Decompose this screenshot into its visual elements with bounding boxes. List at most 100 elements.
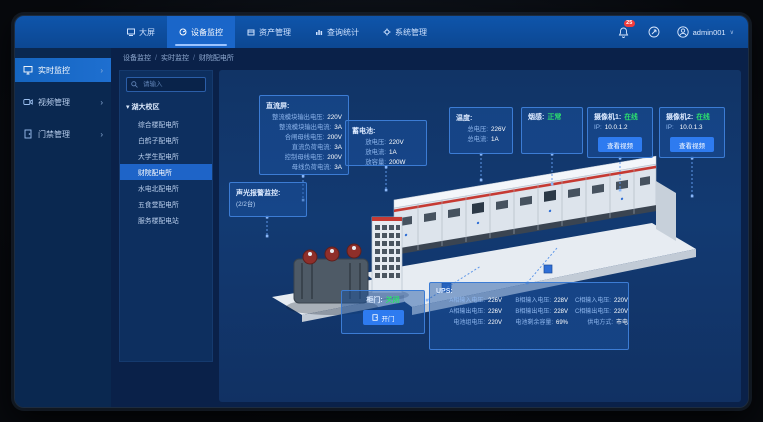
screen-icon bbox=[127, 28, 135, 36]
door-icon bbox=[23, 129, 33, 139]
field-value: 3A bbox=[334, 163, 342, 173]
field-value: 220V bbox=[614, 297, 628, 306]
tree-item[interactable]: 服务楼配电站 bbox=[120, 212, 212, 228]
alarm-bell-icon[interactable]: 25 bbox=[617, 25, 631, 39]
field-label: 摄像机2: bbox=[666, 113, 693, 123]
realtime-monitor-icon bbox=[23, 65, 33, 75]
panel-title: 直流屏: bbox=[266, 101, 342, 111]
gear-icon bbox=[383, 28, 391, 36]
caret-down-icon: ∨ bbox=[730, 29, 734, 36]
field-label: 电池组电压: bbox=[436, 319, 485, 328]
panel-title: 温度: bbox=[456, 113, 506, 123]
field-label: 放容量: bbox=[352, 158, 386, 168]
field-label: A相输入电压: bbox=[436, 297, 485, 306]
field-label: 放电压: bbox=[352, 138, 386, 148]
field-label: 母线负荷电流: bbox=[266, 163, 331, 173]
field-label: C相输入电压: bbox=[568, 297, 611, 306]
nav-right-tools: 25 admin001 ∨ bbox=[617, 16, 734, 48]
video-camera-icon bbox=[23, 97, 33, 107]
tree-item[interactable]: 水电北配电所 bbox=[120, 180, 212, 196]
avatar-icon bbox=[677, 26, 689, 38]
smoke-sensor-panel: 烟感:正常 bbox=[521, 107, 583, 154]
tree-item-selected[interactable]: 财院配电所 bbox=[120, 164, 212, 180]
tree-item[interactable]: 五食堂配电所 bbox=[120, 196, 212, 212]
fullscreen-icon[interactable] bbox=[647, 25, 661, 39]
field-label: IP: bbox=[594, 123, 602, 133]
app-window: 大屏 设备监控 资产管理 查询统计 系统管理 25 bbox=[14, 15, 749, 408]
search-icon bbox=[131, 81, 138, 88]
panel-title: 声光报警监控: bbox=[236, 188, 300, 198]
field-value: 10.0.1.2 bbox=[605, 123, 628, 133]
field-value: 226V bbox=[488, 297, 502, 306]
tab-label: 系统管理 bbox=[395, 27, 427, 38]
field-value: 1A bbox=[491, 135, 499, 145]
field-value: 228V bbox=[554, 297, 568, 306]
field-value: 3A bbox=[334, 143, 342, 153]
field-label: 烟感: bbox=[528, 113, 544, 123]
field-value: 220V bbox=[614, 308, 628, 317]
sidebar-item-label: 视频管理 bbox=[38, 97, 70, 108]
alarm-count-badge: 25 bbox=[624, 20, 635, 27]
field-label: 放电流: bbox=[352, 148, 386, 158]
main-area: 设备监控 / 实时监控 / 财院配电所 ▾ 湖大校区 综合楼配电所 白鹤子配电所… bbox=[111, 48, 748, 407]
nav-tabs: 大屏 设备监控 资产管理 查询统计 系统管理 bbox=[115, 16, 439, 48]
status-badge: 正常 bbox=[547, 113, 561, 123]
dc-screen-panel: 直流屏: 整流模块输出电压:220V 整流模块输出电流:3A 合闸母线电压:20… bbox=[259, 95, 349, 175]
cabinet-door-panel: 柜门: 关闭 开门 bbox=[341, 290, 425, 334]
breadcrumb-item[interactable]: 实时监控 bbox=[161, 53, 189, 63]
breadcrumb-item[interactable]: 财院配电所 bbox=[199, 53, 234, 63]
sidebar-item-access-control[interactable]: 门禁管理 › bbox=[15, 122, 111, 146]
tab-dashboard[interactable]: 大屏 bbox=[115, 16, 167, 48]
sidebar-item-label: 门禁管理 bbox=[38, 129, 70, 140]
field-label: B相输入电压: bbox=[502, 297, 551, 306]
status-badge: 关闭 bbox=[386, 296, 400, 306]
field-label: 直流负荷电流: bbox=[266, 143, 331, 153]
tab-system-management[interactable]: 系统管理 bbox=[371, 16, 439, 48]
tree-item[interactable]: 综合楼配电所 bbox=[120, 116, 212, 132]
field-label: 整流模块输出电压: bbox=[266, 113, 324, 123]
field-value: (2/2台) bbox=[236, 200, 255, 210]
open-door-button[interactable]: 开门 bbox=[363, 310, 404, 325]
tree-item[interactable]: 白鹤子配电所 bbox=[120, 132, 212, 148]
top-navbar: 大屏 设备监控 资产管理 查询统计 系统管理 25 bbox=[15, 16, 748, 48]
field-label: B相输出电压: bbox=[502, 308, 551, 317]
room-visualization-canvas: 直流屏: 整流模块输出电压:220V 整流模块输出电流:3A 合闸母线电压:20… bbox=[219, 70, 741, 402]
tab-query-statistics[interactable]: 查询统计 bbox=[303, 16, 371, 48]
tab-device-monitoring[interactable]: 设备监控 bbox=[167, 16, 235, 48]
view-video-button[interactable]: 查看视频 bbox=[598, 137, 642, 152]
field-label: 柜门: bbox=[366, 296, 382, 306]
field-label: 合闸母线电压: bbox=[266, 133, 324, 143]
ups-grid: A相输入电压:226V B相输入电压:228V C相输入电压:220V A相输出… bbox=[436, 297, 622, 328]
field-value: 1A bbox=[389, 148, 397, 158]
sidebar-item-video-management[interactable]: 视频管理 › bbox=[15, 90, 111, 114]
search-input[interactable] bbox=[141, 80, 201, 89]
field-label: 控制母线电压: bbox=[266, 153, 324, 163]
status-badge: 在线 bbox=[624, 113, 638, 123]
field-label: 电池剩余容量: bbox=[502, 319, 553, 328]
field-label: IP: bbox=[666, 123, 674, 133]
door-open-icon bbox=[372, 314, 379, 321]
field-label: A相输出电压: bbox=[436, 308, 485, 317]
sidebar-item-realtime-monitoring[interactable]: 实时监控 › bbox=[15, 58, 111, 82]
tab-asset-management[interactable]: 资产管理 bbox=[235, 16, 303, 48]
temperature-panel: 温度: 总电压:226V 总电流:1A bbox=[449, 107, 513, 154]
tab-label: 大屏 bbox=[139, 27, 155, 38]
breadcrumb-separator: / bbox=[155, 55, 157, 62]
field-label: 总电流: bbox=[456, 135, 488, 145]
tree-root-label: 湖大校区 bbox=[131, 104, 159, 111]
breadcrumb-item[interactable]: 设备监控 bbox=[123, 53, 151, 63]
status-badge: 在线 bbox=[696, 113, 710, 123]
tree-item[interactable]: 大学生配电所 bbox=[120, 148, 212, 164]
field-value: 220V bbox=[327, 113, 342, 123]
field-value: 69% bbox=[556, 319, 568, 328]
tree-root-node[interactable]: ▾ 湖大校区 bbox=[120, 98, 212, 116]
field-label: 总电压: bbox=[456, 125, 488, 135]
chevron-right-icon: › bbox=[100, 66, 103, 75]
breadcrumb-separator: / bbox=[193, 55, 195, 62]
tab-label: 资产管理 bbox=[259, 27, 291, 38]
chart-icon bbox=[315, 28, 323, 36]
user-menu[interactable]: admin001 ∨ bbox=[677, 26, 734, 38]
view-video-button[interactable]: 查看视频 bbox=[670, 137, 714, 152]
asset-box-icon bbox=[247, 28, 255, 36]
tab-label: 设备监控 bbox=[191, 27, 223, 38]
